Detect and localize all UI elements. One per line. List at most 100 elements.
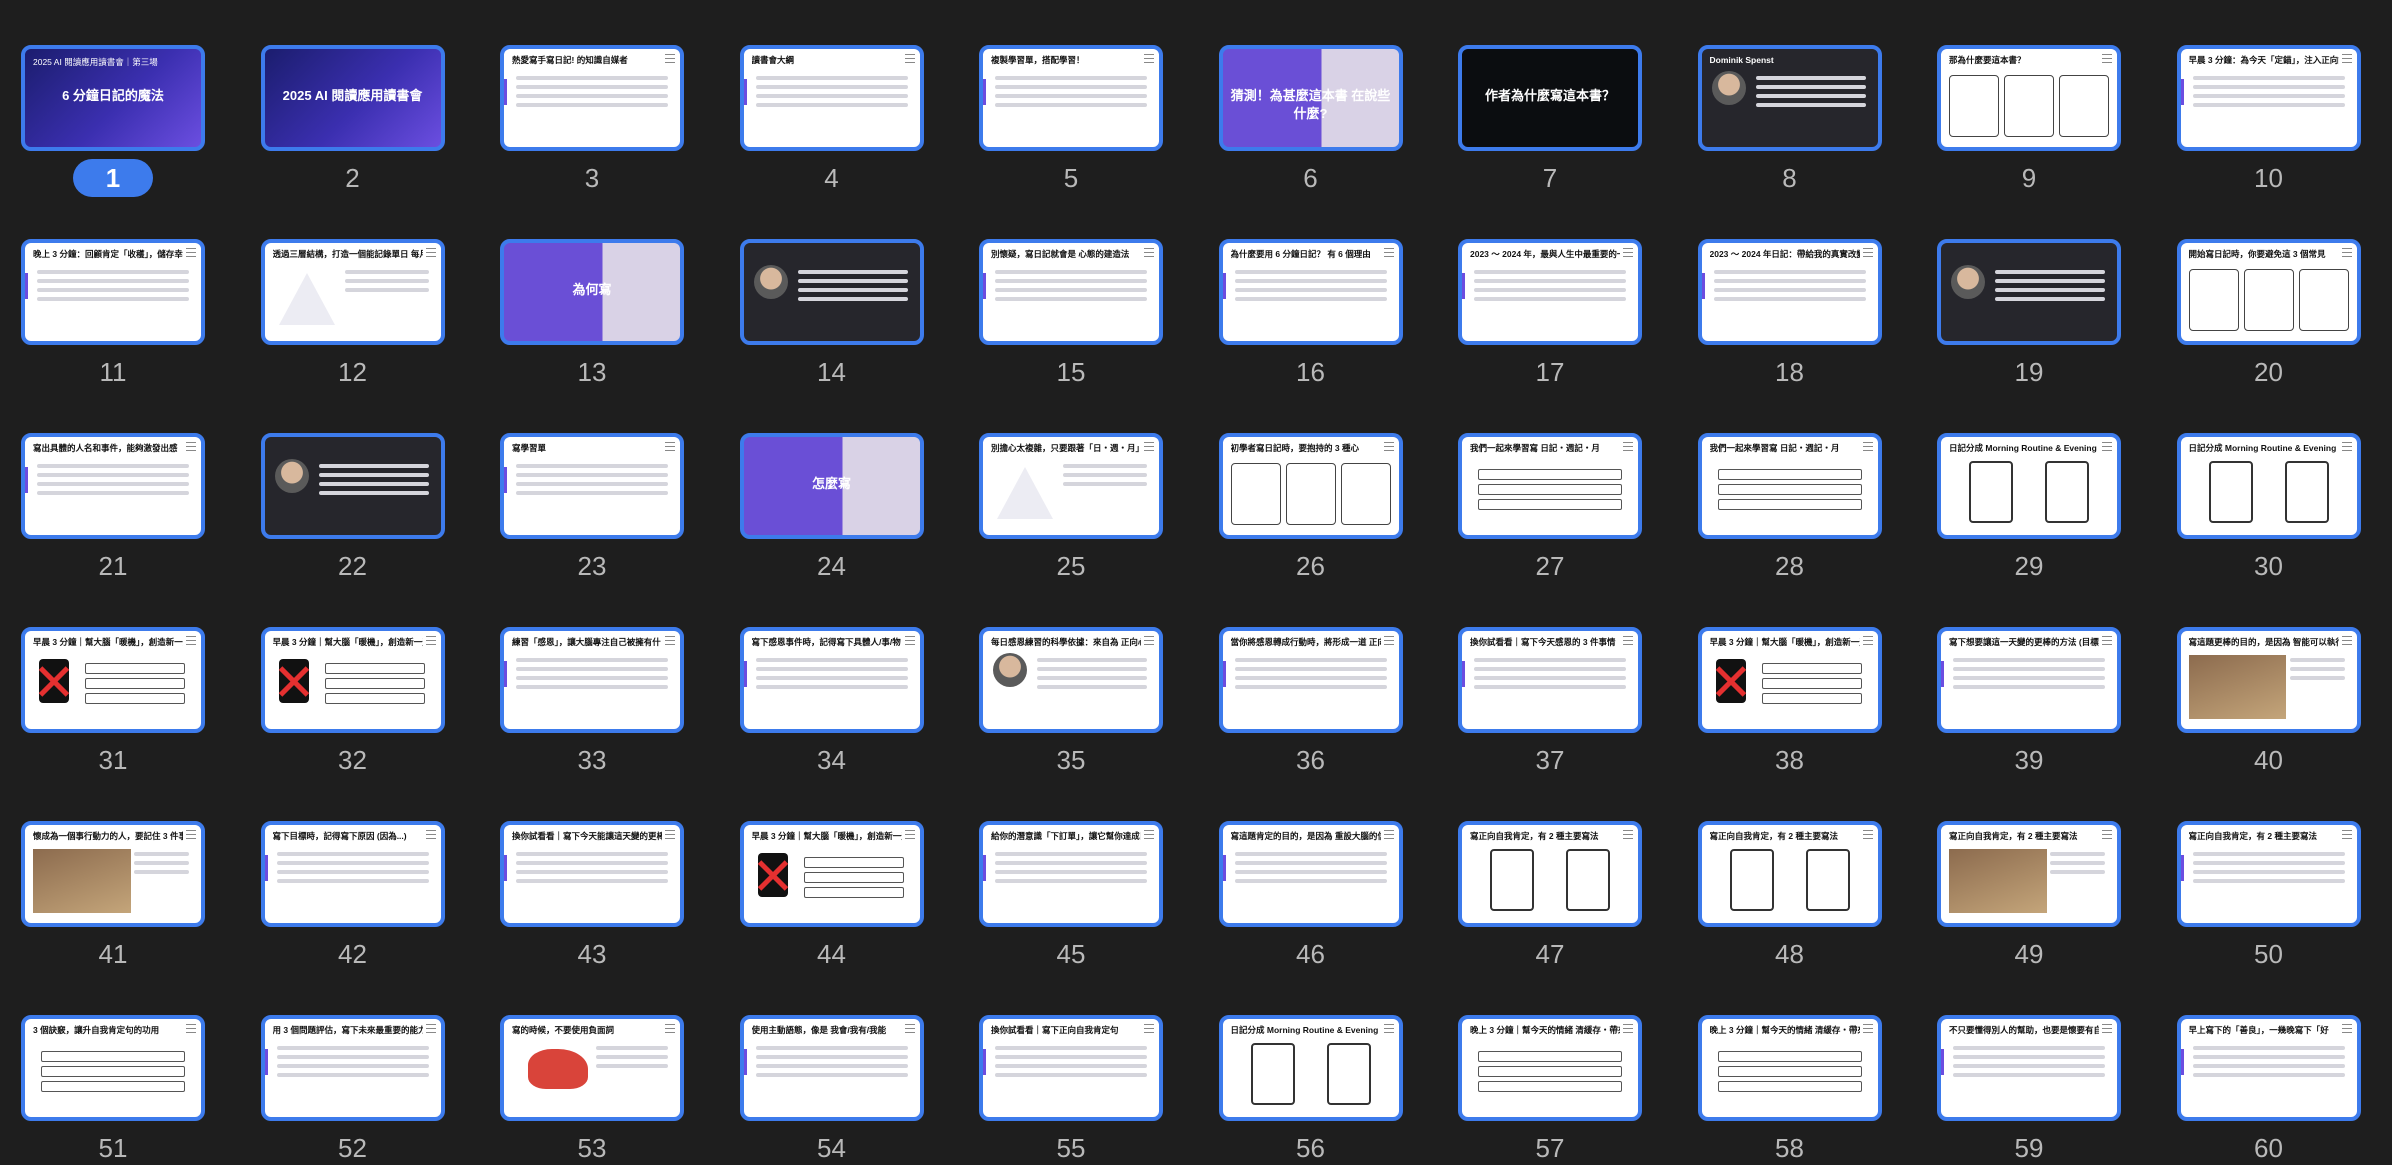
slide-thumbnail-52[interactable]: 用 3 個問題評估，寫下未來最重要的能力 52 [260,1015,445,1165]
slide-thumbnail-23[interactable]: 寫學習單 23 [500,433,684,583]
slide-thumbnail-44[interactable]: 早晨 3 分鐘｜幫大腦「暖機」，創造新一天的主導 44 [739,821,924,971]
slide-preview[interactable] [260,433,445,539]
slide-thumbnail-31[interactable]: 早晨 3 分鐘｜幫大腦「暖機」，創造新一天的主導 31 [21,627,205,777]
slide-thumbnail-8[interactable]: Dominik Spenst 8 [1697,45,1882,195]
slide-thumbnail-20[interactable]: 開始寫日記時，你要避免這 3 個常見 20 [2176,239,2361,389]
slide-preview[interactable]: 練習「感恩」，讓大腦專注自己被擁有什 [500,627,684,733]
slide-thumbnail-16[interactable]: 為什麼要用 6 分鐘日記？ 有 6 個理由 16 [1218,239,1403,389]
slide-preview[interactable]: 別擔心太複雜，只要跟著「日・週・月」寫時了！ [979,433,1163,539]
slide-preview[interactable]: 每日感恩練習的科學依據：來自為 正向心理學 [979,627,1163,733]
slide-preview[interactable]: 6 分鐘日記的魔法 2025 AI 閱讀應用讀書會｜第三場 [21,45,205,151]
slide-preview[interactable]: 寫下感恩事件時，記得寫下具體人/事/物 [739,627,924,733]
slide-thumbnail-38[interactable]: 早晨 3 分鐘｜幫大腦「暖機」，創造新一天的主導 38 [1697,627,1882,777]
slide-preview[interactable]: 早晨 3 分鐘｜幫大腦「暖機」，創造新一天的主導 [1697,627,1882,733]
slide-preview[interactable]: 日記分成 Morning Routine & Evening Routi [1218,1015,1403,1121]
slide-thumbnail-36[interactable]: 當你將感恩轉成行動時，將形成一道 正向迴圈 36 [1218,627,1403,777]
slide-preview[interactable]: 早晨 3 分鐘：為今天「定錨」，注入正向能動 [2176,45,2361,151]
slide-thumbnail-45[interactable]: 給你的潛意識「下訂單」，讓它幫你達成目標 45 [979,821,1163,971]
slide-preview[interactable]: 早晨 3 分鐘｜幫大腦「暖機」，創造新一天的主導 [21,627,205,733]
slide-thumbnail-34[interactable]: 寫下感恩事件時，記得寫下具體人/事/物 34 [739,627,924,777]
slide-preview[interactable]: 猜測！為甚麼這本書 在說些什麼? [1218,45,1403,151]
slide-thumbnail-5[interactable]: 複製學習單，搭配學習！ 5 [979,45,1163,195]
slide-thumbnail-12[interactable]: 透過三層結構，打造一個能記錄單日 每月檢視 的改善系統 12 [260,239,445,389]
slide-preview[interactable]: 我們一起來學習寫 日記・週記・月 [1697,433,1882,539]
slide-thumbnail-4[interactable]: 讀書會大綱 4 [739,45,924,195]
slide-preview[interactable]: 日記分成 Morning Routine & Evening Routi [2176,433,2361,539]
slide-preview[interactable]: 怎麼寫 [739,433,924,539]
slide-thumbnail-10[interactable]: 早晨 3 分鐘：為今天「定錨」，注入正向能動 10 [2176,45,2361,195]
slide-thumbnail-19[interactable]: 19 [1937,239,2121,389]
slide-thumbnail-39[interactable]: 寫下想要讓這一天變的更棒的方法 (目標)，幫助 39 [1937,627,2121,777]
slide-preview[interactable]: 我們一起來學習寫 日記・週記・月 [1458,433,1642,539]
slide-preview[interactable]: 熱愛寫手寫日記! 的知識自媒者 [500,45,684,151]
slide-preview[interactable]: 早晨 3 分鐘｜幫大腦「暖機」，創造新一天的主導 [739,821,924,927]
slide-thumbnail-15[interactable]: 別懷疑，寫日記就會是 心態的建造法 15 [979,239,1163,389]
slide-thumbnail-48[interactable]: 寫正向自我肯定，有 2 種主要寫法 48 [1697,821,1882,971]
slide-preview[interactable]: 換你試看看｜寫下今天感恩的 3 件事情 [1458,627,1642,733]
slide-thumbnail-57[interactable]: 晚上 3 分鐘｜幫今天的情緒 清緩存・帶來平靜 57 [1458,1015,1642,1165]
slide-preview[interactable]: 作者為什麼寫這本書？ [1458,45,1642,151]
slide-thumbnail-60[interactable]: 早上寫下的「善良」，一幾晚寫下「好 60 [2176,1015,2361,1165]
slide-thumbnail-6[interactable]: 猜測！為甚麼這本書 在說些什麼? 6 [1218,45,1403,195]
slide-thumbnail-28[interactable]: 我們一起來學習寫 日記・週記・月 28 [1697,433,1882,583]
slide-preview[interactable]: 初學者寫日記時，要抱持的 3 種心 [1218,433,1403,539]
slide-preview[interactable]: 開始寫日記時，你要避免這 3 個常見 [2176,239,2361,345]
slide-preview[interactable]: 寫出具體的人名和事件，能夠激發出感 [21,433,205,539]
slide-preview[interactable]: 寫正向自我肯定，有 2 種主要寫法 [1458,821,1642,927]
slide-preview[interactable]: 使用主動語態，像是 我會/我有/我能 [739,1015,924,1121]
slide-preview[interactable]: 日記分成 Morning Routine & Evening Routi [1937,433,2121,539]
slide-thumbnail-22[interactable]: 22 [260,433,445,583]
slide-preview[interactable]: 3 個訣竅，讓升自我肯定句的功用 [21,1015,205,1121]
slide-preview[interactable]: 晚上 3 分鐘｜幫今天的情緒 清緩存・帶來平靜 [1458,1015,1642,1121]
slide-thumbnail-7[interactable]: 作者為什麼寫這本書？ 7 [1458,45,1642,195]
slide-thumbnail-11[interactable]: 晚上 3 分鐘：回顧肯定「收穫」，儲存幸福心態 11 [21,239,205,389]
slide-thumbnail-59[interactable]: 不只要懂得別人的幫助，也要是懷要有自己的付 59 [1937,1015,2121,1165]
slide-preview[interactable]: 寫這題肯定的目的，是因為 重設大腦的信念 [1218,821,1403,927]
slide-preview[interactable]: 換你試看看｜寫下正向自我肯定句 [979,1015,1163,1121]
slide-thumbnail-14[interactable]: 14 [739,239,924,389]
slide-thumbnail-25[interactable]: 別擔心太複雜，只要跟著「日・週・月」寫時了！ 25 [979,433,1163,583]
slide-thumbnail-24[interactable]: 怎麼寫 24 [739,433,924,583]
slide-preview[interactable] [739,239,924,345]
slide-thumbnail-33[interactable]: 練習「感恩」，讓大腦專注自己被擁有什 33 [500,627,684,777]
slide-thumbnail-35[interactable]: 每日感恩練習的科學依據：來自為 正向心理學 35 [979,627,1163,777]
slide-thumbnail-53[interactable]: 寫的時候，不要使用負面詞 53 [500,1015,684,1165]
slide-thumbnail-46[interactable]: 寫這題肯定的目的，是因為 重設大腦的信念 46 [1218,821,1403,971]
slide-preview[interactable]: 讀書會大綱 [739,45,924,151]
slide-thumbnail-50[interactable]: 寫正向自我肯定，有 2 種主要寫法 50 [2176,821,2361,971]
slide-thumbnail-58[interactable]: 晚上 3 分鐘｜幫今天的情緒 清緩存・帶來平靜 58 [1697,1015,1882,1165]
slide-preview[interactable]: 為何寫 [500,239,684,345]
slide-preview[interactable]: 換你試看看｜寫下今天能讓這天變的更棒的方法 (目標) [500,821,684,927]
slide-preview[interactable]: 2023 ～ 2024 年日記：帶給我的真實改變 [1697,239,1882,345]
slide-preview[interactable]: 用 3 個問題評估，寫下未來最重要的能力 [260,1015,445,1121]
slide-thumbnail-18[interactable]: 2023 ～ 2024 年日記：帶給我的真實改變 18 [1697,239,1882,389]
slide-thumbnail-47[interactable]: 寫正向自我肯定，有 2 種主要寫法 47 [1458,821,1642,971]
slide-thumbnail-54[interactable]: 使用主動語態，像是 我會/我有/我能 54 [739,1015,924,1165]
slide-preview[interactable]: 寫這題更棒的目的，是因為 智能可以執行的行 [2176,627,2361,733]
slide-preview[interactable]: 2023 ～ 2024 年，最與人生中最重要的一段時 [1458,239,1642,345]
slide-thumbnail-49[interactable]: 寫正向自我肯定，有 2 種主要寫法 49 [1937,821,2121,971]
slide-preview[interactable]: 給你的潛意識「下訂單」，讓它幫你達成目標 [979,821,1163,927]
slide-preview[interactable]: 寫正向自我肯定，有 2 種主要寫法 [2176,821,2361,927]
slide-preview[interactable]: 早晨 3 分鐘｜幫大腦「暖機」，創造新一天的主導 [260,627,445,733]
slide-preview[interactable]: 透過三層結構，打造一個能記錄單日 每月檢視 的改善系統 [260,239,445,345]
slide-thumbnail-9[interactable]: 那為什麼要這本書？ 9 [1937,45,2121,195]
slide-preview[interactable]: 懷成為一個事行動力的人，要記住 3 件事 [21,821,205,927]
slide-preview[interactable]: 晚上 3 分鐘：回顧肯定「收穫」，儲存幸福心態 [21,239,205,345]
slide-preview[interactable]: 早上寫下的「善良」，一幾晚寫下「好 [2176,1015,2361,1121]
slide-thumbnail-51[interactable]: 3 個訣竅，讓升自我肯定句的功用 51 [21,1015,205,1165]
slide-preview[interactable]: 不只要懂得別人的幫助，也要是懷要有自己的付 [1937,1015,2121,1121]
slide-thumbnail-43[interactable]: 換你試看看｜寫下今天能讓這天變的更棒的方法 (目標) 43 [500,821,684,971]
slide-preview[interactable]: 複製學習單，搭配學習！ [979,45,1163,151]
slide-thumbnail-32[interactable]: 早晨 3 分鐘｜幫大腦「暖機」，創造新一天的主導 32 [260,627,445,777]
slide-thumbnail-13[interactable]: 為何寫 13 [500,239,684,389]
slide-thumbnail-26[interactable]: 初學者寫日記時，要抱持的 3 種心 26 [1218,433,1403,583]
slide-thumbnail-40[interactable]: 寫這題更棒的目的，是因為 智能可以執行的行 40 [2176,627,2361,777]
slide-thumbnail-17[interactable]: 2023 ～ 2024 年，最與人生中最重要的一段時 17 [1458,239,1642,389]
slide-thumbnail-29[interactable]: 日記分成 Morning Routine & Evening Routi 29 [1937,433,2121,583]
slide-thumbnail-30[interactable]: 日記分成 Morning Routine & Evening Routi 30 [2176,433,2361,583]
slide-thumbnail-21[interactable]: 寫出具體的人名和事件，能夠激發出感 21 [21,433,205,583]
slide-preview[interactable]: 寫學習單 [500,433,684,539]
slide-preview[interactable]: 晚上 3 分鐘｜幫今天的情緒 清緩存・帶來平靜 [1697,1015,1882,1121]
slide-thumbnail-55[interactable]: 換你試看看｜寫下正向自我肯定句 55 [979,1015,1163,1165]
